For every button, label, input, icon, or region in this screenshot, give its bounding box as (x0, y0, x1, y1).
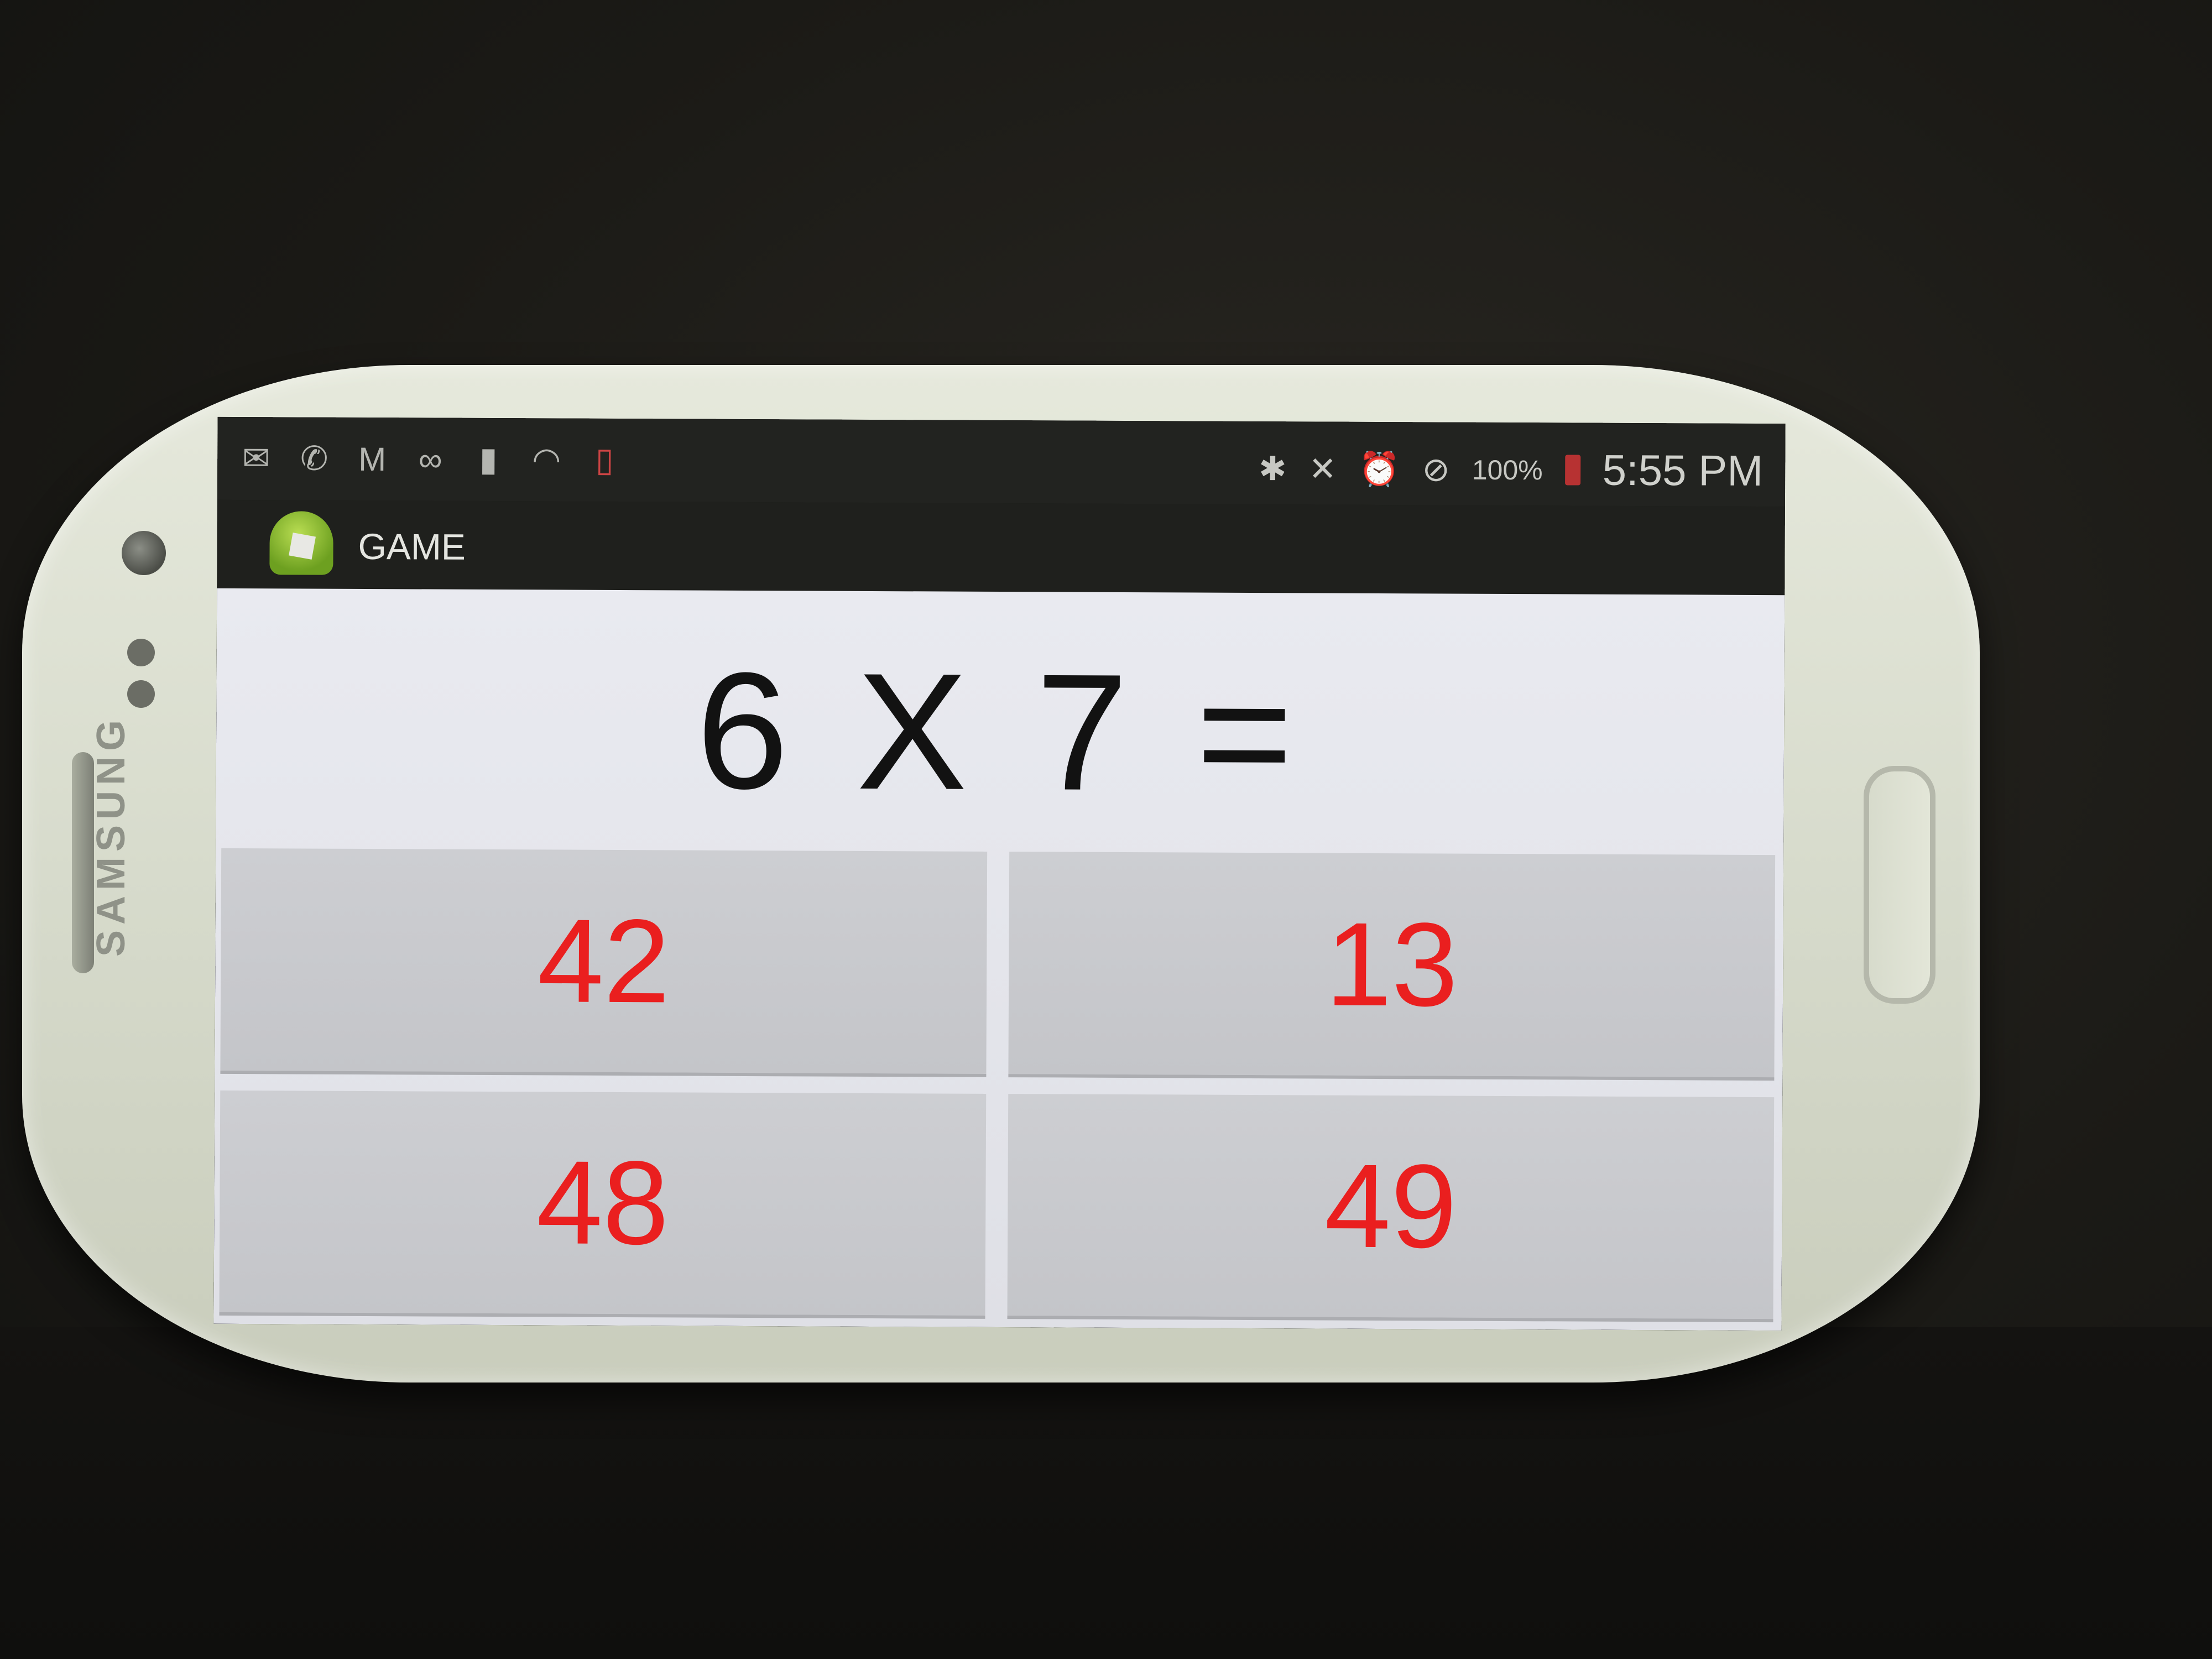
status-bar: ✉ ✆ M ∞ ▮ ◠ ▯ ✱ ✕ ⏰ ⊘ 100% 5:55 PM (217, 416, 1786, 507)
system-icons: ✱ ✕ ⏰ ⊘ 100% 5:55 PM (1259, 444, 1763, 496)
sim-icon: ▮ (479, 440, 498, 478)
action-bar: GAME (217, 499, 1785, 596)
battery-level: 100% (1472, 454, 1543, 486)
brand-logo: SAMSUNG (89, 714, 133, 957)
front-camera (122, 531, 166, 575)
wifi-icon: ◠ (531, 441, 561, 478)
answer-grid: 42 13 48 49 (219, 848, 1776, 1323)
bluetooth-icon: ✱ (1259, 450, 1287, 487)
answer-button[interactable]: 49 (1007, 1093, 1775, 1323)
answer-button[interactable]: 13 (1008, 852, 1776, 1081)
phone-screen: ✉ ✆ M ∞ ▮ ◠ ▯ ✱ ✕ ⏰ ⊘ 100% 5:55 PM GAME (213, 416, 1786, 1331)
mail-icon: ✉ (242, 440, 270, 477)
voicemail-icon: ∞ (418, 440, 442, 478)
mute-icon: ✕ (1308, 450, 1337, 488)
game-content: 6 X 7 = 42 13 48 49 (213, 588, 1785, 1331)
math-question: 6 X 7 = (696, 637, 1305, 826)
phone-body: SAMSUNG ✉ ✆ M ∞ ▮ ◠ ▯ ✱ ✕ ⏰ ⊘ 100% 5:55 … (22, 365, 1980, 1383)
no-sd-card-icon: ▯ (595, 441, 614, 478)
home-button[interactable] (1864, 766, 1936, 1004)
notification-icons: ✉ ✆ M ∞ ▮ ◠ ▯ (239, 439, 621, 479)
gmail-icon: M (358, 440, 387, 478)
do-not-disturb-icon: ⊘ (1422, 450, 1450, 488)
proximity-sensor (127, 639, 155, 666)
light-sensor (127, 680, 155, 708)
missed-call-icon: ✆ (300, 440, 328, 477)
answer-button[interactable]: 48 (219, 1090, 987, 1319)
android-app-icon (269, 511, 333, 575)
status-clock: 5:55 PM (1602, 445, 1764, 495)
answer-button[interactable]: 42 (220, 848, 988, 1077)
app-title: GAME (358, 525, 466, 567)
alarm-icon: ⏰ (1358, 450, 1400, 488)
battery-icon (1564, 455, 1580, 486)
